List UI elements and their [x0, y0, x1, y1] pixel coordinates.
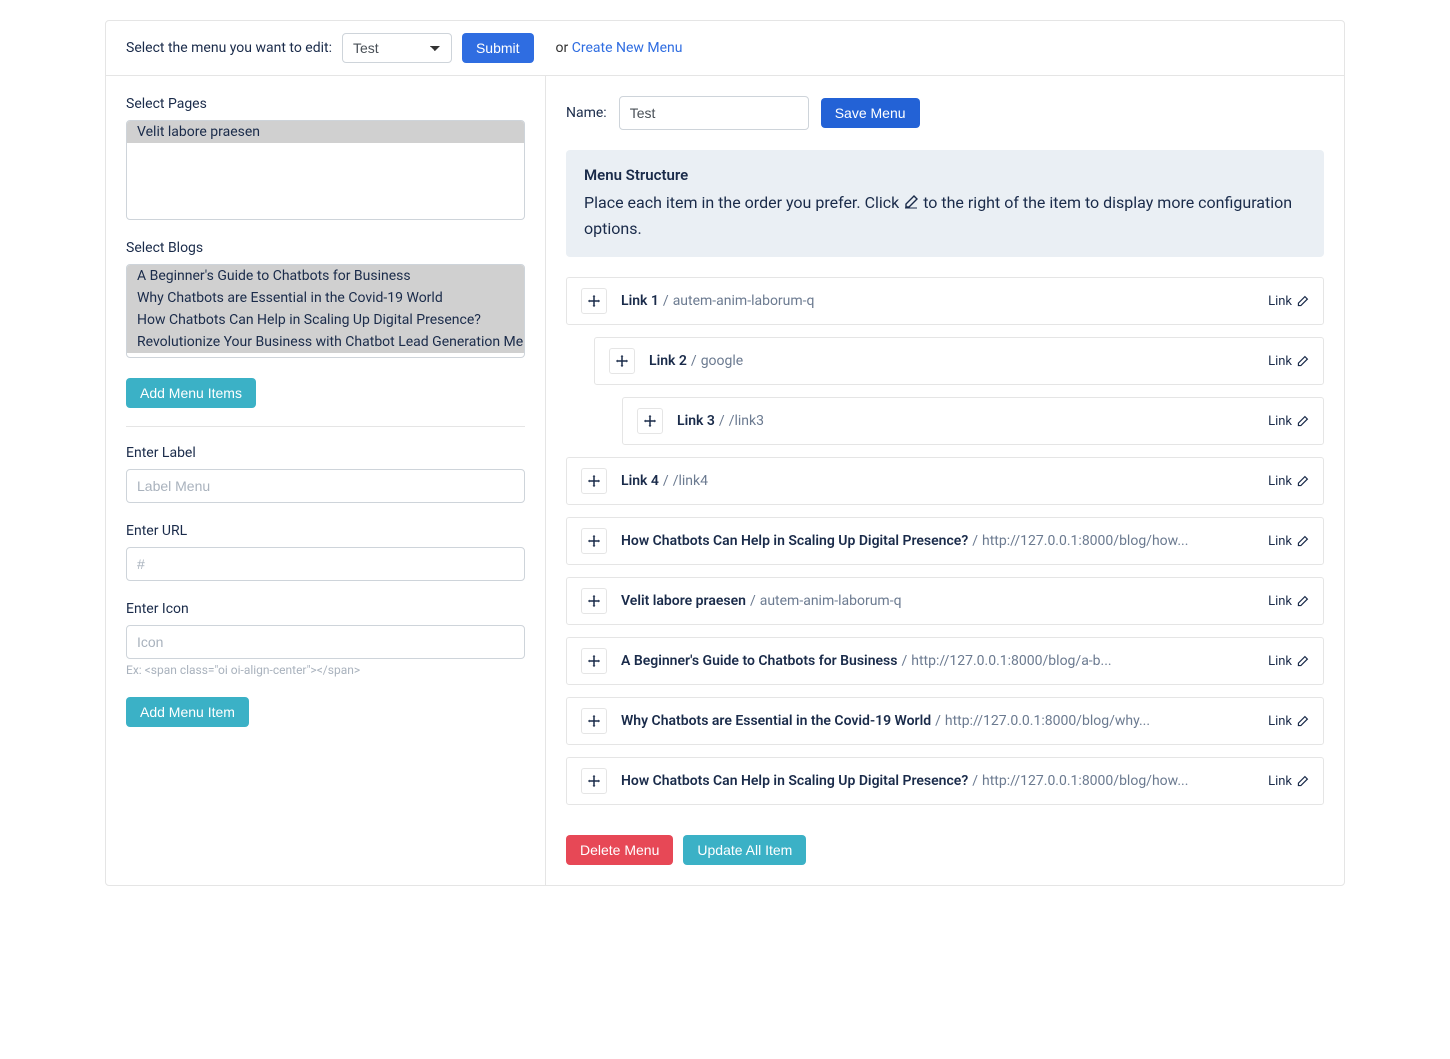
move-icon[interactable] — [637, 408, 663, 434]
sidebar: Select Pages Velit labore praesen Select… — [106, 76, 546, 885]
blogs-listbox[interactable]: A Beginner's Guide to Chatbots for Busin… — [126, 264, 525, 358]
menu-item-path: http://127.0.0.1:8000/blog/a-b... — [911, 653, 1111, 669]
menu-item-edit-link[interactable]: Link — [1268, 294, 1309, 309]
select-pages-label: Select Pages — [126, 96, 525, 112]
enter-icon-label: Enter Icon — [126, 601, 525, 617]
update-all-item-button[interactable]: Update All Item — [683, 835, 806, 865]
menu-item-title: How Chatbots Can Help in Scaling Up Digi… — [621, 533, 968, 549]
pages-listbox-item[interactable]: Velit labore praesen — [127, 121, 524, 143]
delete-menu-button[interactable]: Delete Menu — [566, 835, 673, 865]
submit-button[interactable]: Submit — [462, 33, 534, 63]
menu-structure-row: Link 3 / /link3Link — [622, 397, 1324, 445]
blogs-listbox-item[interactable]: Why Chatbots are Essential in the Covid-… — [127, 287, 524, 309]
menu-structure-info: Menu Structure Place each item in the or… — [566, 150, 1324, 257]
create-new-menu-link[interactable]: Create New Menu — [572, 40, 683, 56]
move-icon[interactable] — [581, 768, 607, 794]
menu-select[interactable]: Test — [342, 33, 452, 63]
pages-listbox[interactable]: Velit labore praesen — [126, 120, 525, 220]
move-icon[interactable] — [581, 288, 607, 314]
menu-structure-row: Velit labore praesen / autem-anim-laboru… — [566, 577, 1324, 625]
menu-structure-title: Menu Structure — [584, 166, 1306, 184]
blogs-listbox-item[interactable]: Revolutionize Your Business with Chatbot… — [127, 331, 524, 353]
menu-item-edit-link[interactable]: Link — [1268, 654, 1309, 669]
menu-structure-row: Link 2 / googleLink — [594, 337, 1324, 385]
menu-item-title: A Beginner's Guide to Chatbots for Busin… — [621, 653, 897, 669]
edit-icon — [903, 194, 919, 210]
menu-structure-row: How Chatbots Can Help in Scaling Up Digi… — [566, 517, 1324, 565]
blogs-listbox-item[interactable]: How Chatbots Can Help in Scaling Up Digi… — [127, 309, 524, 331]
menu-item-title: Link 4 — [621, 473, 659, 489]
menu-item-edit-link[interactable]: Link — [1268, 354, 1309, 369]
select-menu-label: Select the menu you want to edit: — [126, 40, 332, 56]
move-icon[interactable] — [581, 708, 607, 734]
name-label: Name: — [566, 105, 607, 121]
menu-item-title: Link 2 — [649, 353, 687, 369]
icon-input[interactable] — [126, 625, 525, 659]
menu-item-path: /link3 — [729, 413, 764, 429]
menu-structure-row: Why Chatbots are Essential in the Covid-… — [566, 697, 1324, 745]
menu-item-edit-link[interactable]: Link — [1268, 474, 1309, 489]
menu-item-edit-link[interactable]: Link — [1268, 714, 1309, 729]
menu-item-path: autem-anim-laborum-q — [673, 293, 815, 309]
menu-structure-row: How Chatbots Can Help in Scaling Up Digi… — [566, 757, 1324, 805]
move-icon[interactable] — [581, 468, 607, 494]
divider — [126, 426, 525, 427]
label-input[interactable] — [126, 469, 525, 503]
add-menu-items-button[interactable]: Add Menu Items — [126, 378, 256, 408]
menu-item-path: autem-anim-laborum-q — [760, 593, 902, 609]
url-input[interactable] — [126, 547, 525, 581]
menu-item-edit-link[interactable]: Link — [1268, 774, 1309, 789]
menu-structure-text: Place each item in the order you prefer.… — [584, 190, 1306, 241]
menu-item-edit-link[interactable]: Link — [1268, 414, 1309, 429]
menu-item-title: Why Chatbots are Essential in the Covid-… — [621, 713, 931, 729]
topbar: Select the menu you want to edit: Test S… — [106, 21, 1344, 76]
menu-item-title: Velit labore praesen — [621, 593, 746, 609]
menu-item-title: Link 3 — [677, 413, 715, 429]
menu-item-path: /link4 — [673, 473, 708, 489]
move-icon[interactable] — [609, 348, 635, 374]
menu-structure-row: Link 4 / /link4Link — [566, 457, 1324, 505]
menu-item-edit-link[interactable]: Link — [1268, 534, 1309, 549]
menu-items-list: Link 1 / autem-anim-laborum-qLink Link 2… — [566, 277, 1324, 805]
menu-item-path: http://127.0.0.1:8000/blog/how... — [982, 533, 1188, 549]
or-text: or — [556, 40, 569, 56]
menu-structure-row: A Beginner's Guide to Chatbots for Busin… — [566, 637, 1324, 685]
menu-item-edit-link[interactable]: Link — [1268, 594, 1309, 609]
icon-help-text: Ex: <span class="oi oi-align-center"></s… — [126, 663, 525, 677]
menu-structure-row: Link 1 / autem-anim-laborum-qLink — [566, 277, 1324, 325]
menu-item-path: http://127.0.0.1:8000/blog/why... — [945, 713, 1150, 729]
move-icon[interactable] — [581, 528, 607, 554]
enter-label-label: Enter Label — [126, 445, 525, 461]
menu-name-input[interactable] — [619, 96, 809, 130]
content: Name: Save Menu Menu Structure Place eac… — [546, 76, 1344, 885]
menu-item-path: http://127.0.0.1:8000/blog/how... — [982, 773, 1188, 789]
menu-item-path: google — [701, 353, 744, 369]
select-blogs-label: Select Blogs — [126, 240, 525, 256]
move-icon[interactable] — [581, 588, 607, 614]
menu-item-title: How Chatbots Can Help in Scaling Up Digi… — [621, 773, 968, 789]
enter-url-label: Enter URL — [126, 523, 525, 539]
move-icon[interactable] — [581, 648, 607, 674]
blogs-listbox-item[interactable]: A Beginner's Guide to Chatbots for Busin… — [127, 265, 524, 287]
add-menu-item-button[interactable]: Add Menu Item — [126, 697, 249, 727]
save-menu-button[interactable]: Save Menu — [821, 98, 920, 128]
menu-item-title: Link 1 — [621, 293, 659, 309]
